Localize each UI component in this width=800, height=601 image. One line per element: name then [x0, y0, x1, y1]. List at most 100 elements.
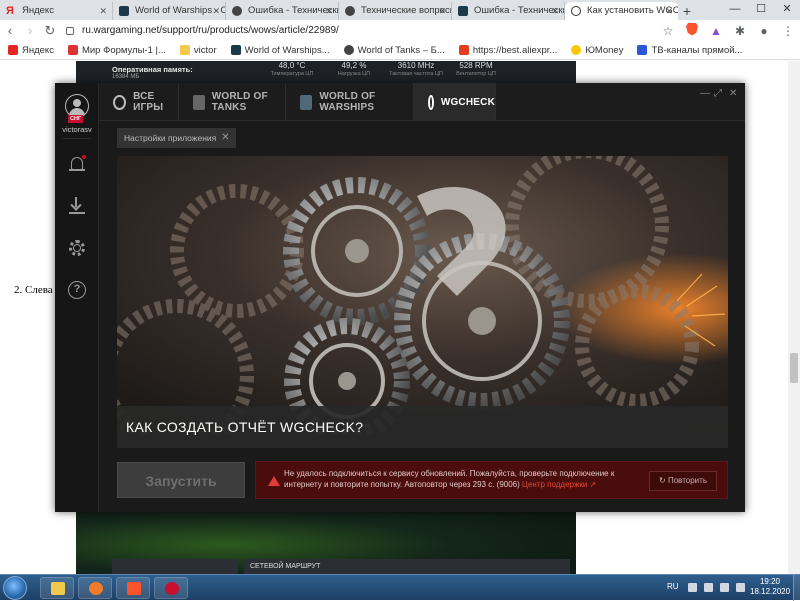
- browser-tab-3[interactable]: Ошибка - Технические во✕: [226, 2, 339, 20]
- bookmark-label: ТВ-каналы прямой...: [651, 44, 743, 56]
- address-bar: ‹ › ↻ ru.wargaming.net/support/ru/produc…: [0, 20, 800, 41]
- scrollbar-thumb[interactable]: [790, 353, 798, 383]
- bookmark-label: victor: [193, 44, 217, 56]
- bookmark-favicon-icon: [458, 45, 469, 55]
- warning-icon: [268, 476, 280, 486]
- browser-tab-6[interactable]: Как установить WGCh ✕: [565, 2, 678, 20]
- gauge: 48,0 °С Температура ЦП: [264, 61, 320, 77]
- lock-icon: [66, 26, 74, 35]
- volume-icon[interactable]: [736, 583, 745, 592]
- taskbar-explorer[interactable]: [40, 577, 74, 599]
- flag-icon[interactable]: [704, 583, 713, 592]
- bookmark-label: Яндекс: [22, 44, 54, 56]
- gauge-value: 528 RPM: [459, 61, 493, 70]
- gauge-label: Нагрузка ЦП: [337, 71, 371, 77]
- wrench-icon: ✕: [221, 132, 230, 143]
- close-tab-icon[interactable]: ✕: [551, 2, 559, 20]
- browser-tab-5[interactable]: Ошибка - Технические во✕: [452, 2, 565, 20]
- show-desktop-button[interactable]: [793, 575, 800, 601]
- banner-title[interactable]: КАК СОЗДАТЬ ОТЧЁТ WGCHECK?: [117, 406, 728, 448]
- taskbar-wgc[interactable]: [154, 577, 188, 599]
- app-settings-button[interactable]: Настройки приложения ✕: [117, 128, 236, 148]
- tab-wgcheck[interactable]: WGCHECK: [414, 83, 496, 121]
- network-route-card: СЕТЕВОЙ МАРШРУТ: [244, 559, 570, 574]
- rewards-icon[interactable]: ▲: [704, 24, 728, 38]
- wgc-sidebar: СНГ victorasv ?: [55, 83, 99, 512]
- tab-world-of-tanks[interactable]: WORLD OF TANKS: [179, 83, 286, 121]
- wg-logo-icon: [113, 94, 127, 110]
- clock[interactable]: 19:20 18.12.2020: [750, 577, 790, 597]
- close-tab-icon[interactable]: ✕: [99, 2, 107, 20]
- close-tab-icon[interactable]: ✕: [325, 2, 333, 20]
- tray-expand-icon[interactable]: [688, 583, 697, 592]
- browser-tab-2[interactable]: World of Warships - Офиц✕: [113, 2, 226, 20]
- reload-button[interactable]: ↻: [40, 20, 60, 41]
- brave-shield-icon[interactable]: [680, 22, 704, 39]
- url-field[interactable]: ru.wargaming.net/support/ru/products/wow…: [66, 22, 566, 39]
- back-button[interactable]: ‹: [0, 20, 20, 41]
- retry-button[interactable]: ↻ Повторить: [649, 471, 717, 491]
- bookmark-label: World of Warships...: [244, 44, 330, 56]
- folder-icon: [51, 582, 65, 595]
- bookmark-star-icon[interactable]: ☆: [656, 24, 680, 38]
- gauge-value: 48,0 °С: [278, 61, 306, 70]
- gauge-value: 3610 MHz: [397, 61, 435, 70]
- gauge: 49,2 % Нагрузка ЦП: [326, 61, 382, 77]
- help-icon[interactable]: ?: [67, 280, 87, 300]
- launch-button[interactable]: Запустить: [117, 462, 245, 498]
- wgcheck-banner[interactable]: [117, 156, 728, 434]
- bookmark-favicon-icon: [67, 45, 78, 55]
- close-tab-icon[interactable]: ✕: [212, 2, 220, 20]
- bookmark-item[interactable]: World of Tanks – Б...: [343, 45, 445, 56]
- menu-icon[interactable]: ⋮: [776, 24, 800, 38]
- language-indicator[interactable]: RU: [667, 582, 679, 591]
- bookmark-label: https://best.aliexpr...: [472, 44, 558, 56]
- taskbar-brave[interactable]: [116, 577, 150, 599]
- extensions-icon[interactable]: ✱: [728, 24, 752, 38]
- tab-title: Как установить WGCh: [587, 5, 678, 16]
- wgc-close-button[interactable]: ✕: [729, 88, 737, 99]
- update-error-notification: Не удалось подключиться к сервису обновл…: [255, 461, 728, 499]
- tab-world-of-warships[interactable]: WORLD OF WARSHIPS: [286, 83, 414, 121]
- start-button[interactable]: [3, 576, 27, 600]
- close-window-button[interactable]: ✕: [774, 0, 800, 20]
- bookmark-item[interactable]: Мир Формулы-1 |...: [67, 45, 166, 56]
- bookmark-item[interactable]: World of Warships...: [230, 44, 330, 56]
- wot-icon: [345, 6, 355, 16]
- wgc-window: СНГ victorasv ? ВСЕ ИГРЫ WORLD OF TANKS …: [55, 83, 745, 512]
- close-tab-icon[interactable]: ✕: [665, 2, 673, 20]
- tab-label: WGCHECK: [440, 96, 495, 108]
- forward-button[interactable]: ›: [20, 20, 40, 41]
- bookmark-favicon-icon: [637, 45, 648, 55]
- network-icon[interactable]: [720, 583, 729, 592]
- page-scrollbar[interactable]: [788, 61, 800, 574]
- bookmark-item[interactable]: victor: [179, 44, 217, 56]
- username[interactable]: victorasv: [55, 125, 99, 134]
- gauge: 3610 MHz Тактовая частота ЦП: [388, 61, 444, 77]
- new-tab-button[interactable]: +: [678, 2, 696, 20]
- clock-time: 19:20: [759, 577, 781, 586]
- bookmark-item[interactable]: Яндекс: [8, 45, 54, 56]
- profile-icon[interactable]: ●: [752, 24, 776, 38]
- clock-date: 18.12.2020: [750, 587, 791, 596]
- taskbar-media-player[interactable]: [78, 577, 112, 599]
- wgc-icon: [165, 582, 179, 595]
- media-player-icon: [89, 582, 103, 595]
- bookmark-item[interactable]: https://best.aliexpr...: [458, 44, 558, 56]
- tab-all-games[interactable]: ВСЕ ИГРЫ: [99, 83, 179, 121]
- bookmark-item[interactable]: ЮMoney: [571, 45, 623, 56]
- bookmark-item[interactable]: ТВ-каналы прямой...: [637, 45, 742, 56]
- wgc-restore-button[interactable]: ⤢: [714, 88, 722, 99]
- wgc-minimize-button[interactable]: —: [700, 88, 710, 99]
- support-center-link[interactable]: Центр поддержки ↗: [522, 480, 596, 489]
- maximize-button[interactable]: ☐: [748, 0, 774, 20]
- refresh-icon: ↻: [659, 476, 666, 485]
- notifications-bell-icon[interactable]: [67, 155, 87, 175]
- minimize-button[interactable]: —: [722, 0, 748, 20]
- close-tab-icon[interactable]: ✕: [438, 2, 446, 20]
- settings-gear-icon[interactable]: [67, 238, 87, 258]
- downloads-icon[interactable]: [67, 196, 87, 216]
- tab-label: WORLD OF TANKS: [211, 91, 268, 113]
- browser-tab-1[interactable]: Я Яндекс ✕: [0, 2, 113, 20]
- browser-tab-4[interactable]: Технические вопросы - С✕: [339, 2, 452, 20]
